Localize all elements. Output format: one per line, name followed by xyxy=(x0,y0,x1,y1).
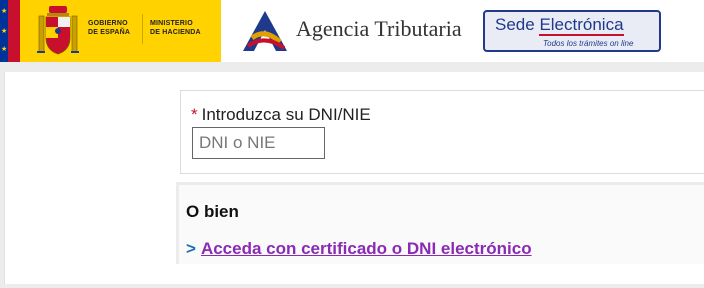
gov-divider xyxy=(142,14,143,44)
ministry-line2: DE HACIENDA xyxy=(150,29,201,36)
sede-title: Sede Electrónica xyxy=(495,15,624,36)
dni-form-section: * Introduzca su DNI/NIE xyxy=(180,90,704,174)
agencia-tributaria-logo-icon[interactable] xyxy=(240,8,290,54)
eu-star-icon: ★ xyxy=(1,8,8,15)
eu-flag-strip: ★ ★ ★ xyxy=(0,0,8,62)
government-branding[interactable]: ★ ★ ★ GOBIERNO DE ESPAÑA MINISTERIO DE H… xyxy=(0,0,221,62)
gov-line1: GOBIERNO xyxy=(88,20,128,27)
sede-electronica-badge[interactable]: Sede Electrónica Todos los trámites on l… xyxy=(483,10,661,52)
dni-input[interactable] xyxy=(192,127,325,159)
gov-line2: DE ESPAÑA xyxy=(88,29,131,36)
sede-title-part2: Electrónica xyxy=(539,15,624,36)
dni-label: * Introduzca su DNI/NIE xyxy=(191,105,371,125)
agency-name[interactable]: Agencia Tributaria xyxy=(296,16,462,42)
coat-of-arms-icon xyxy=(37,6,79,55)
sede-title-part1: Sede xyxy=(495,15,540,34)
sede-subtitle: Todos los trámites on line xyxy=(543,39,634,48)
dni-label-text: Introduzca su DNI/NIE xyxy=(201,105,371,124)
site-header: ★ ★ ★ GOBIERNO DE ESPAÑA MINISTERIO DE H… xyxy=(0,0,704,62)
eu-star-icon: ★ xyxy=(1,28,8,35)
alternative-access-section: O bien > Acceda con certificado o DNI ele… xyxy=(176,182,704,264)
ministry-line1: MINISTERIO xyxy=(150,20,193,27)
certificate-access-line: > Acceda con certificado o DNI electrónic… xyxy=(186,239,532,259)
arrow-icon: > xyxy=(186,239,196,258)
eu-star-icon: ★ xyxy=(1,46,8,53)
certificate-access-link[interactable]: Acceda con certificado o DNI electrónico xyxy=(201,239,532,258)
required-mark: * xyxy=(191,105,198,124)
alternative-heading: O bien xyxy=(186,202,239,221)
